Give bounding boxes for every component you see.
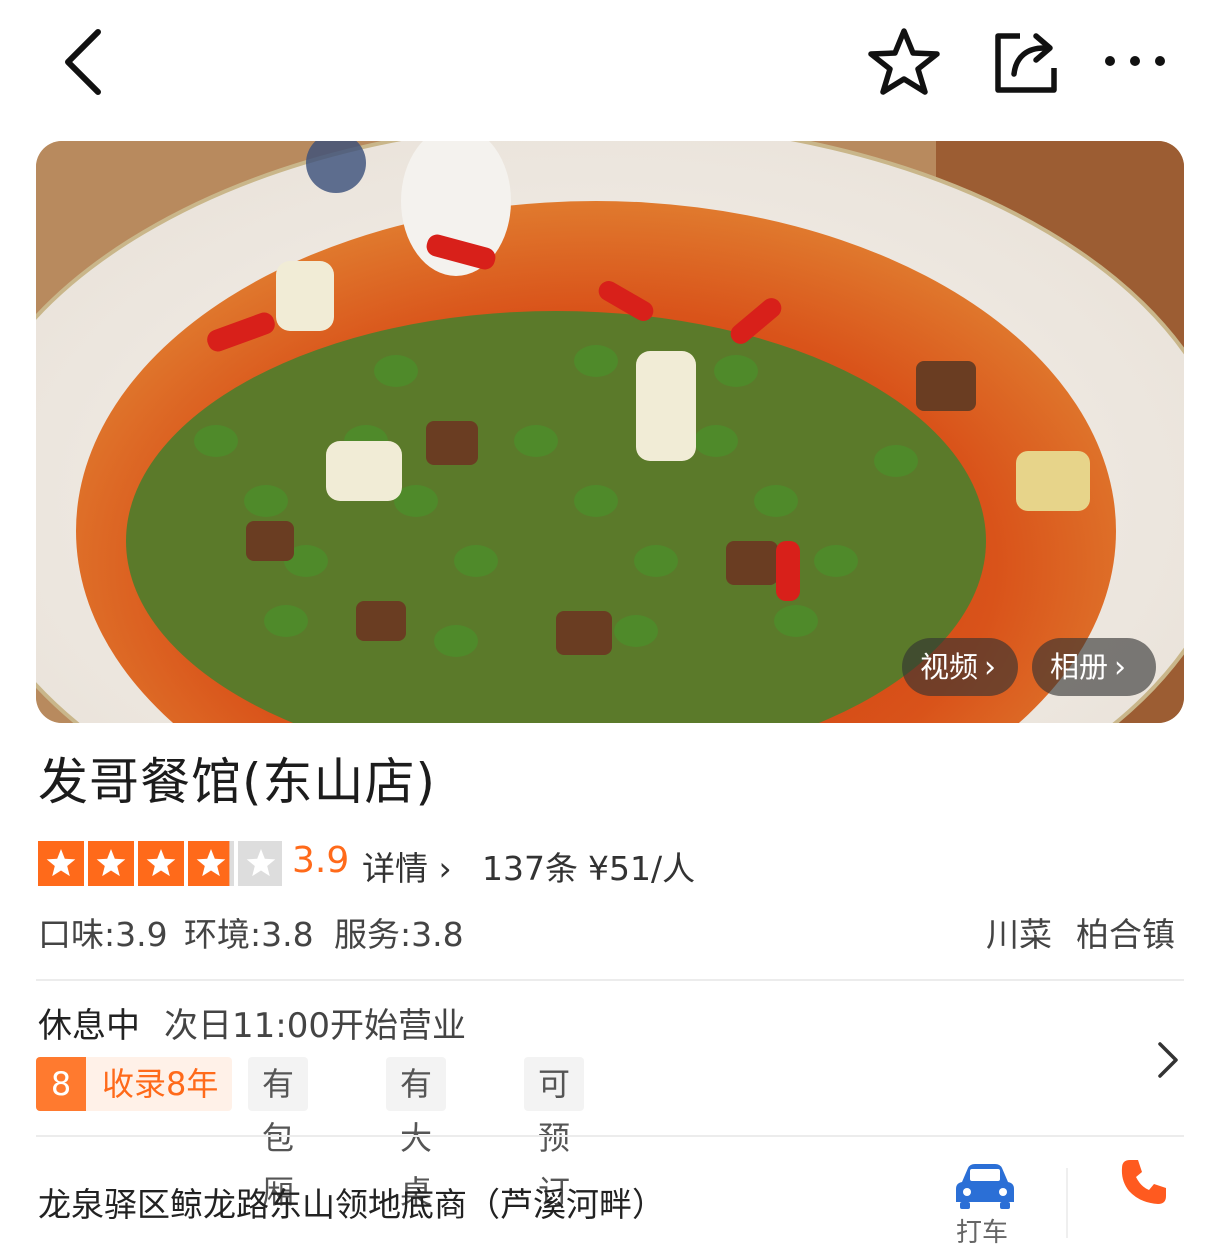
chevron-right-icon: › xyxy=(1114,650,1127,685)
share-icon xyxy=(995,33,1057,93)
rating-score: 3.9 xyxy=(292,840,350,881)
share-button[interactable] xyxy=(990,28,1062,96)
business-status: 休息中 xyxy=(38,1006,140,1046)
rating-stars xyxy=(38,841,282,886)
chevron-right-icon xyxy=(1158,1042,1178,1078)
dish-illustration xyxy=(36,141,1184,723)
favorite-button[interactable] xyxy=(866,26,942,98)
hero-dish-photo[interactable]: 视频 › 相册 › xyxy=(36,141,1184,723)
top-nav-bar xyxy=(0,0,1220,130)
tag-large-table: 有大桌 xyxy=(386,1057,447,1211)
taxi-button[interactable] xyxy=(952,1160,1018,1210)
phone-icon xyxy=(1121,1160,1166,1204)
detail-label: 详情 xyxy=(362,849,428,888)
review-count[interactable]: 137条 xyxy=(482,842,578,890)
tag-private-room: 有包厢 xyxy=(248,1057,309,1211)
star-outline-icon xyxy=(868,28,940,95)
cuisine-label[interactable]: 川菜 xyxy=(986,908,1052,956)
service-score: 服务:3.8 xyxy=(334,915,464,954)
taxi-label: 打车 xyxy=(956,1218,1009,1248)
address-text[interactable]: 龙泉驿区鲸龙路东山领地底商（芦溪河畔） xyxy=(38,1178,665,1226)
rating-detail-link[interactable]: 详情 › xyxy=(362,842,452,890)
hours-detail-button[interactable] xyxy=(1154,1040,1182,1080)
more-button[interactable] xyxy=(1102,46,1168,76)
taste-score: 口味:3.9 xyxy=(38,915,168,954)
more-dots-icon xyxy=(1105,56,1165,66)
next-open-time: 次日11:00开始营业 xyxy=(164,1006,466,1046)
chevron-left-icon xyxy=(65,29,101,95)
video-button[interactable]: 视频 › xyxy=(902,638,1018,696)
price-per-person: ¥51/人 xyxy=(588,849,696,888)
album-label: 相册 xyxy=(1050,650,1109,684)
phone-button[interactable] xyxy=(1118,1156,1170,1208)
album-button[interactable]: 相册 › xyxy=(1032,638,1156,696)
car-icon xyxy=(956,1164,1014,1209)
environment-score: 环境:3.8 xyxy=(184,915,314,954)
divider xyxy=(36,1135,1184,1137)
years-label: 收录8年 xyxy=(102,1065,219,1103)
area-label[interactable]: 柏合镇 xyxy=(1076,908,1175,956)
years-number: 8 xyxy=(36,1057,86,1111)
years-listed-badge: 8 收录8年 xyxy=(36,1057,232,1111)
divider xyxy=(1066,1168,1068,1238)
chevron-right-icon: › xyxy=(438,849,452,888)
video-label: 视频 xyxy=(920,650,979,684)
rating-row[interactable]: 3.9 详情 › 137条 ¥51/人 xyxy=(36,838,1186,888)
chevron-right-icon: › xyxy=(984,650,997,685)
divider xyxy=(36,979,1184,981)
back-button[interactable] xyxy=(58,26,112,98)
restaurant-name: 发哥餐馆(东山店) xyxy=(38,753,437,811)
tag-reservable: 可预订 xyxy=(524,1057,585,1211)
sub-scores-row: 口味:3.9 环境:3.8 服务:3.8 川菜 柏合镇 xyxy=(36,908,1184,954)
